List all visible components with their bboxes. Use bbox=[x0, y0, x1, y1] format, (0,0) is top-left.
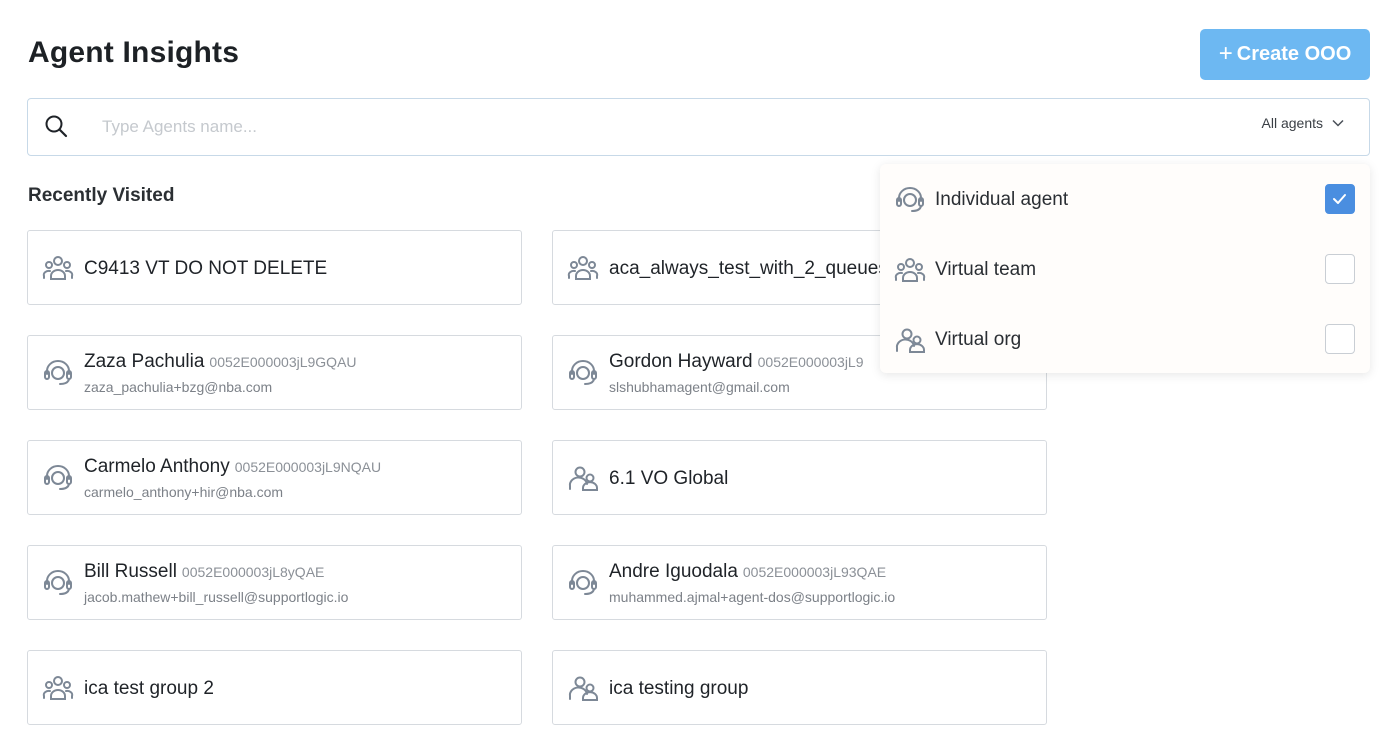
team-icon bbox=[42, 674, 74, 702]
option-individual-agent[interactable]: Individual agent bbox=[880, 169, 1370, 229]
card-email: carmelo_anthony+hir@nba.com bbox=[84, 484, 284, 500]
card-name: 6.1 VO Global bbox=[609, 468, 729, 489]
option-virtual-org[interactable]: Virtual org bbox=[880, 309, 1370, 369]
option-checkbox[interactable] bbox=[1325, 184, 1355, 214]
plus-icon: + bbox=[1218, 39, 1233, 67]
search-bar: All agents bbox=[27, 98, 1370, 156]
recent-card[interactable]: Bill Russell 0052E000003jL8yQAE jacob.math… bbox=[27, 545, 522, 620]
headset-icon bbox=[42, 569, 74, 597]
option-checkbox[interactable] bbox=[1325, 324, 1355, 354]
option-label: Virtual team bbox=[935, 259, 1037, 280]
card-name: ica testing group bbox=[609, 678, 749, 699]
team-icon bbox=[894, 256, 926, 284]
recent-card[interactable]: ica testing group bbox=[552, 650, 1047, 725]
card-name-line: Andre Iguodala 0052E000003jL93QAE bbox=[609, 561, 886, 583]
card-agent-id: 0052E000003jL9 bbox=[757, 354, 864, 370]
card-agent-id: 0052E000003jL9GQAU bbox=[209, 354, 357, 370]
create-ooo-button[interactable]: + Create OOO bbox=[1200, 29, 1370, 80]
headset-icon bbox=[42, 359, 74, 387]
recent-card[interactable]: Zaza Pachulia 0052E000003jL9GQAU zaza_pach… bbox=[27, 335, 522, 410]
card-agent-id: 0052E000003jL8yQAE bbox=[181, 564, 325, 580]
card-agent-id: 0052E000003jL9NQAU bbox=[234, 459, 382, 475]
card-name: Gordon Hayward bbox=[609, 351, 753, 372]
option-checkbox[interactable] bbox=[1325, 254, 1355, 284]
card-name: Andre Iguodala bbox=[609, 561, 738, 582]
team-icon bbox=[42, 254, 74, 282]
card-name-line: Gordon Hayward 0052E000003jL9 bbox=[609, 351, 864, 373]
card-name: C9413 VT DO NOT DELETE bbox=[84, 258, 328, 279]
recent-card[interactable]: C9413 VT DO NOT DELETE bbox=[27, 230, 522, 305]
card-name-line: Carmelo Anthony 0052E000003jL9NQAU bbox=[84, 456, 381, 478]
search-icon bbox=[45, 115, 68, 138]
page-title: Agent Insights bbox=[28, 36, 240, 69]
card-agent-id: 0052E000003jL93QAE bbox=[742, 564, 887, 580]
recent-card[interactable]: Andre Iguodala 0052E000003jL93QAE muhammed… bbox=[552, 545, 1047, 620]
card-email: zaza_pachulia+bzg@nba.com bbox=[84, 379, 273, 395]
card-email: jacob.mathew+bill_russell@supportlogic.i… bbox=[84, 589, 349, 605]
search-input[interactable] bbox=[102, 113, 1202, 141]
option-label: Virtual org bbox=[935, 329, 1022, 350]
headset-icon bbox=[894, 186, 926, 214]
recent-card[interactable]: ica test group 2 bbox=[27, 650, 522, 725]
org-icon bbox=[567, 674, 599, 702]
card-name: ica test group 2 bbox=[84, 678, 214, 699]
card-email: muhammed.ajmal+agent-dos@supportlogic.io bbox=[609, 589, 896, 605]
agent-filter-select[interactable]: All agents bbox=[1262, 115, 1345, 131]
card-name: Zaza Pachulia bbox=[84, 351, 205, 372]
card-email: slshubhamagent@gmail.com bbox=[609, 379, 790, 395]
headset-icon bbox=[567, 359, 599, 387]
section-title: Recently Visited bbox=[28, 185, 175, 206]
create-ooo-label: Create OOO bbox=[1236, 43, 1352, 65]
card-name: aca_always_test_with_2_queues bbox=[609, 258, 888, 279]
headset-icon bbox=[567, 569, 599, 597]
headset-icon bbox=[42, 464, 74, 492]
org-icon bbox=[894, 326, 926, 354]
card-name: Bill Russell bbox=[84, 561, 177, 582]
card-name: Carmelo Anthony bbox=[84, 456, 230, 477]
agent-filter-label: All agents bbox=[1261, 115, 1323, 131]
team-icon bbox=[567, 254, 599, 282]
card-name-line: Zaza Pachulia 0052E000003jL9GQAU bbox=[84, 351, 357, 373]
recent-card[interactable]: 6.1 VO Global bbox=[552, 440, 1047, 515]
card-name-line: Bill Russell 0052E000003jL8yQAE bbox=[84, 561, 324, 583]
org-icon bbox=[567, 464, 599, 492]
option-virtual-team[interactable]: Virtual team bbox=[880, 239, 1370, 299]
recent-card[interactable]: Carmelo Anthony 0052E000003jL9NQAU carmelo… bbox=[27, 440, 522, 515]
option-label: Individual agent bbox=[935, 189, 1069, 210]
agent-type-dropdown: Individual agent Virtual team Virtual or… bbox=[880, 164, 1370, 373]
chevron-down-icon bbox=[1332, 119, 1344, 127]
check-icon bbox=[1333, 194, 1346, 204]
